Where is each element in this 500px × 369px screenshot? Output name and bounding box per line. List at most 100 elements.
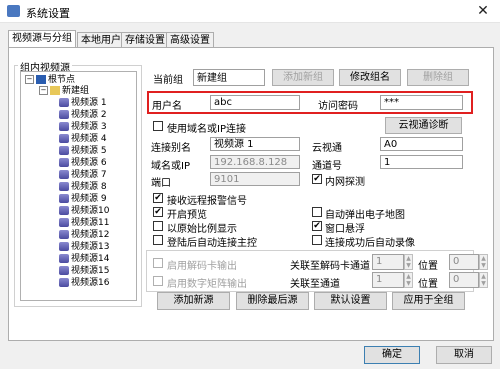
- matrix-pos-input[interactable]: 0: [449, 272, 479, 288]
- password-input[interactable]: ***: [380, 95, 463, 110]
- tree-source-item[interactable]: 视频源16: [59, 278, 109, 289]
- matrix-pos-spinner[interactable]: ▲ ▼: [479, 272, 488, 288]
- password-label: 访问密码: [318, 101, 358, 112]
- preview-label: 开启预览: [167, 210, 207, 221]
- channel-input[interactable]: 1: [380, 155, 463, 169]
- camera-icon: [59, 254, 69, 263]
- domain-label: 域名或IP: [151, 161, 190, 172]
- alias-input[interactable]: 视频源 1: [210, 137, 300, 151]
- alarm-checkbox[interactable]: ✔: [153, 193, 163, 203]
- matrix-channel-input[interactable]: 1: [372, 272, 404, 288]
- close-button[interactable]: ✕: [466, 0, 500, 22]
- tree-source-item[interactable]: 视频源11: [59, 218, 109, 229]
- tree-source-item[interactable]: 视频源 4: [59, 134, 107, 145]
- camera-icon: [59, 158, 69, 167]
- tree-source-item[interactable]: 视频源10: [59, 206, 109, 217]
- camera-icon: [59, 134, 69, 143]
- ratio-checkbox[interactable]: [153, 221, 163, 231]
- tree-source-item[interactable]: 视频源15: [59, 266, 109, 277]
- tree-source-item[interactable]: 视频源14: [59, 254, 109, 265]
- camera-icon: [59, 122, 69, 131]
- port-label: 端口: [151, 178, 171, 189]
- cloud-input[interactable]: A0: [380, 137, 463, 151]
- camera-icon: [59, 206, 69, 215]
- ok-button[interactable]: 确定: [364, 346, 420, 364]
- alarm-label: 接收远程报警信号: [167, 196, 247, 207]
- decoder-checkbox[interactable]: [153, 258, 163, 268]
- decoder-pos-spinner[interactable]: ▲ ▼: [479, 254, 488, 270]
- diagnose-button[interactable]: 云视通诊断: [385, 117, 462, 134]
- cancel-button[interactable]: 取消: [436, 346, 492, 364]
- collapse-icon[interactable]: −: [25, 75, 34, 84]
- lan-probe-label: 内网探测: [325, 177, 365, 188]
- tree-source-item[interactable]: 视频源 6: [59, 158, 107, 169]
- alias-label: 连接别名: [151, 143, 191, 154]
- use-domain-checkbox[interactable]: [153, 121, 163, 131]
- title-bar: 系统设置 ✕: [0, 0, 500, 23]
- ratio-label: 以原始比例显示: [167, 224, 237, 235]
- auto-record-label: 连接成功后自动录像: [325, 238, 415, 249]
- camera-icon: [59, 182, 69, 191]
- decoder-assoc-label: 关联至解码卡通道: [290, 261, 370, 272]
- add-group-button[interactable]: 添加新组: [272, 69, 334, 86]
- camera-icon: [59, 110, 69, 119]
- float-window-checkbox[interactable]: ✔: [312, 221, 322, 231]
- tree-source-item[interactable]: 视频源 5: [59, 146, 107, 157]
- camera-icon: [59, 266, 69, 275]
- source-tree[interactable]: − 根节点 − 新建组 视频源 1 视频源 2 视频源 3 视频源 4 视频源 5 …: [20, 71, 137, 301]
- window-title: 系统设置: [26, 7, 70, 20]
- tree-source-item[interactable]: 视频源 9: [59, 194, 107, 205]
- decoder-channel-input[interactable]: 1: [372, 254, 404, 270]
- tree-source-item[interactable]: 视频源 8: [59, 182, 107, 193]
- channel-label: 通道号: [312, 161, 342, 172]
- delete-last-source-button[interactable]: 删除最后源: [236, 292, 309, 310]
- decoder-channel-spinner[interactable]: ▲ ▼: [404, 254, 413, 270]
- decoder-label: 启用解码卡输出: [167, 261, 237, 272]
- camera-icon: [59, 98, 69, 107]
- tree-root-node[interactable]: − 根节点: [25, 75, 75, 86]
- username-input[interactable]: abc: [210, 95, 300, 110]
- auto-map-checkbox[interactable]: [312, 207, 322, 217]
- add-source-button[interactable]: 添加新源: [157, 292, 230, 310]
- matrix-pos-label: 位置: [418, 279, 438, 290]
- domain-input[interactable]: 192.168.8.128: [210, 155, 300, 169]
- decoder-pos-label: 位置: [418, 261, 438, 272]
- matrix-label: 启用数字矩阵输出: [167, 279, 247, 290]
- tree-source-item[interactable]: 视频源13: [59, 242, 109, 253]
- cloud-label: 云视通: [312, 143, 342, 154]
- auto-map-label: 自动弹出电子地图: [325, 210, 405, 221]
- tree-source-item[interactable]: 视频源12: [59, 230, 109, 241]
- tree-source-item[interactable]: 视频源 3: [59, 122, 107, 133]
- camera-icon: [59, 146, 69, 155]
- matrix-assoc-label: 关联至通道: [290, 279, 340, 290]
- matrix-channel-spinner[interactable]: ▲ ▼: [404, 272, 413, 288]
- root-icon: [36, 75, 46, 84]
- auto-master-checkbox[interactable]: [153, 235, 163, 245]
- collapse-icon[interactable]: −: [39, 86, 48, 95]
- float-window-label: 窗口悬浮: [325, 224, 365, 235]
- camera-icon: [59, 170, 69, 179]
- tree-source-item[interactable]: 视频源 2: [59, 110, 107, 121]
- folder-icon: [50, 86, 60, 95]
- auto-record-checkbox[interactable]: [312, 235, 322, 245]
- tree-group-node[interactable]: − 新建组: [39, 86, 89, 97]
- decoder-pos-input[interactable]: 0: [449, 254, 479, 270]
- app-icon: [7, 5, 20, 17]
- matrix-checkbox[interactable]: [153, 276, 163, 286]
- auto-master-label: 登陆后自动连接主控: [167, 238, 257, 249]
- default-settings-button[interactable]: 默认设置: [314, 292, 387, 310]
- apply-to-group-button[interactable]: 应用于全组: [392, 292, 465, 310]
- tree-source-item[interactable]: 视频源 7: [59, 170, 107, 181]
- delete-group-button[interactable]: 删除组: [407, 69, 469, 86]
- lan-probe-checkbox[interactable]: ✔: [312, 174, 322, 184]
- current-group-input[interactable]: 新建组: [193, 69, 265, 86]
- tree-source-item[interactable]: 视频源 1: [59, 98, 107, 109]
- camera-icon: [59, 194, 69, 203]
- port-input[interactable]: 9101: [210, 172, 300, 186]
- preview-checkbox[interactable]: ✔: [153, 207, 163, 217]
- username-label: 用户名: [152, 101, 182, 112]
- use-domain-label: 使用域名或IP连接: [167, 124, 246, 135]
- camera-icon: [59, 230, 69, 239]
- rename-group-button[interactable]: 修改组名: [339, 69, 401, 86]
- current-group-label: 当前组: [153, 75, 183, 86]
